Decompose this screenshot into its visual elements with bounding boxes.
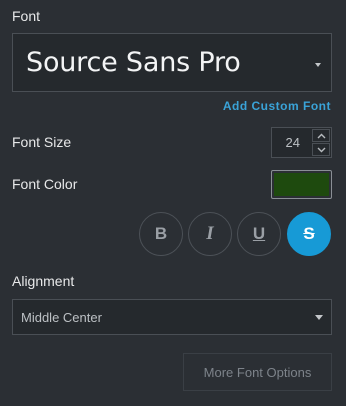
font-size-stepper[interactable]: 24: [271, 127, 332, 158]
add-custom-font-link[interactable]: Add Custom Font: [223, 99, 331, 113]
font-color-picker[interactable]: [271, 170, 332, 199]
italic-button[interactable]: I: [188, 212, 232, 256]
font-size-label: Font Size: [12, 134, 72, 150]
strikethrough-icon: S: [303, 224, 315, 243]
color-swatch-fill: [274, 173, 329, 196]
decrement-button[interactable]: [312, 143, 330, 156]
font-size-value[interactable]: 24: [286, 135, 300, 150]
bold-button[interactable]: B: [139, 212, 183, 256]
more-font-options-button[interactable]: More Font Options: [183, 353, 332, 391]
bold-icon: B: [154, 224, 168, 243]
font-color-label: Font Color: [12, 176, 78, 192]
underline-icon: U: [252, 224, 266, 243]
chevron-up-icon: [317, 133, 325, 138]
strikethrough-button[interactable]: S: [287, 212, 331, 256]
alignment-select[interactable]: Middle Center: [12, 299, 332, 335]
chevron-down-icon: [317, 147, 325, 152]
chevron-down-icon: [315, 315, 323, 320]
font-family-select[interactable]: Source Sans Pro: [12, 33, 332, 92]
alignment-label: Alignment: [12, 273, 75, 289]
font-label: Font: [12, 8, 41, 24]
increment-button[interactable]: [312, 129, 330, 142]
chevron-down-icon: [315, 63, 321, 67]
font-family-value: Source Sans Pro: [26, 47, 241, 78]
italic-icon: I: [206, 223, 214, 244]
underline-button[interactable]: U: [237, 212, 281, 256]
alignment-value: Middle Center: [21, 309, 102, 325]
